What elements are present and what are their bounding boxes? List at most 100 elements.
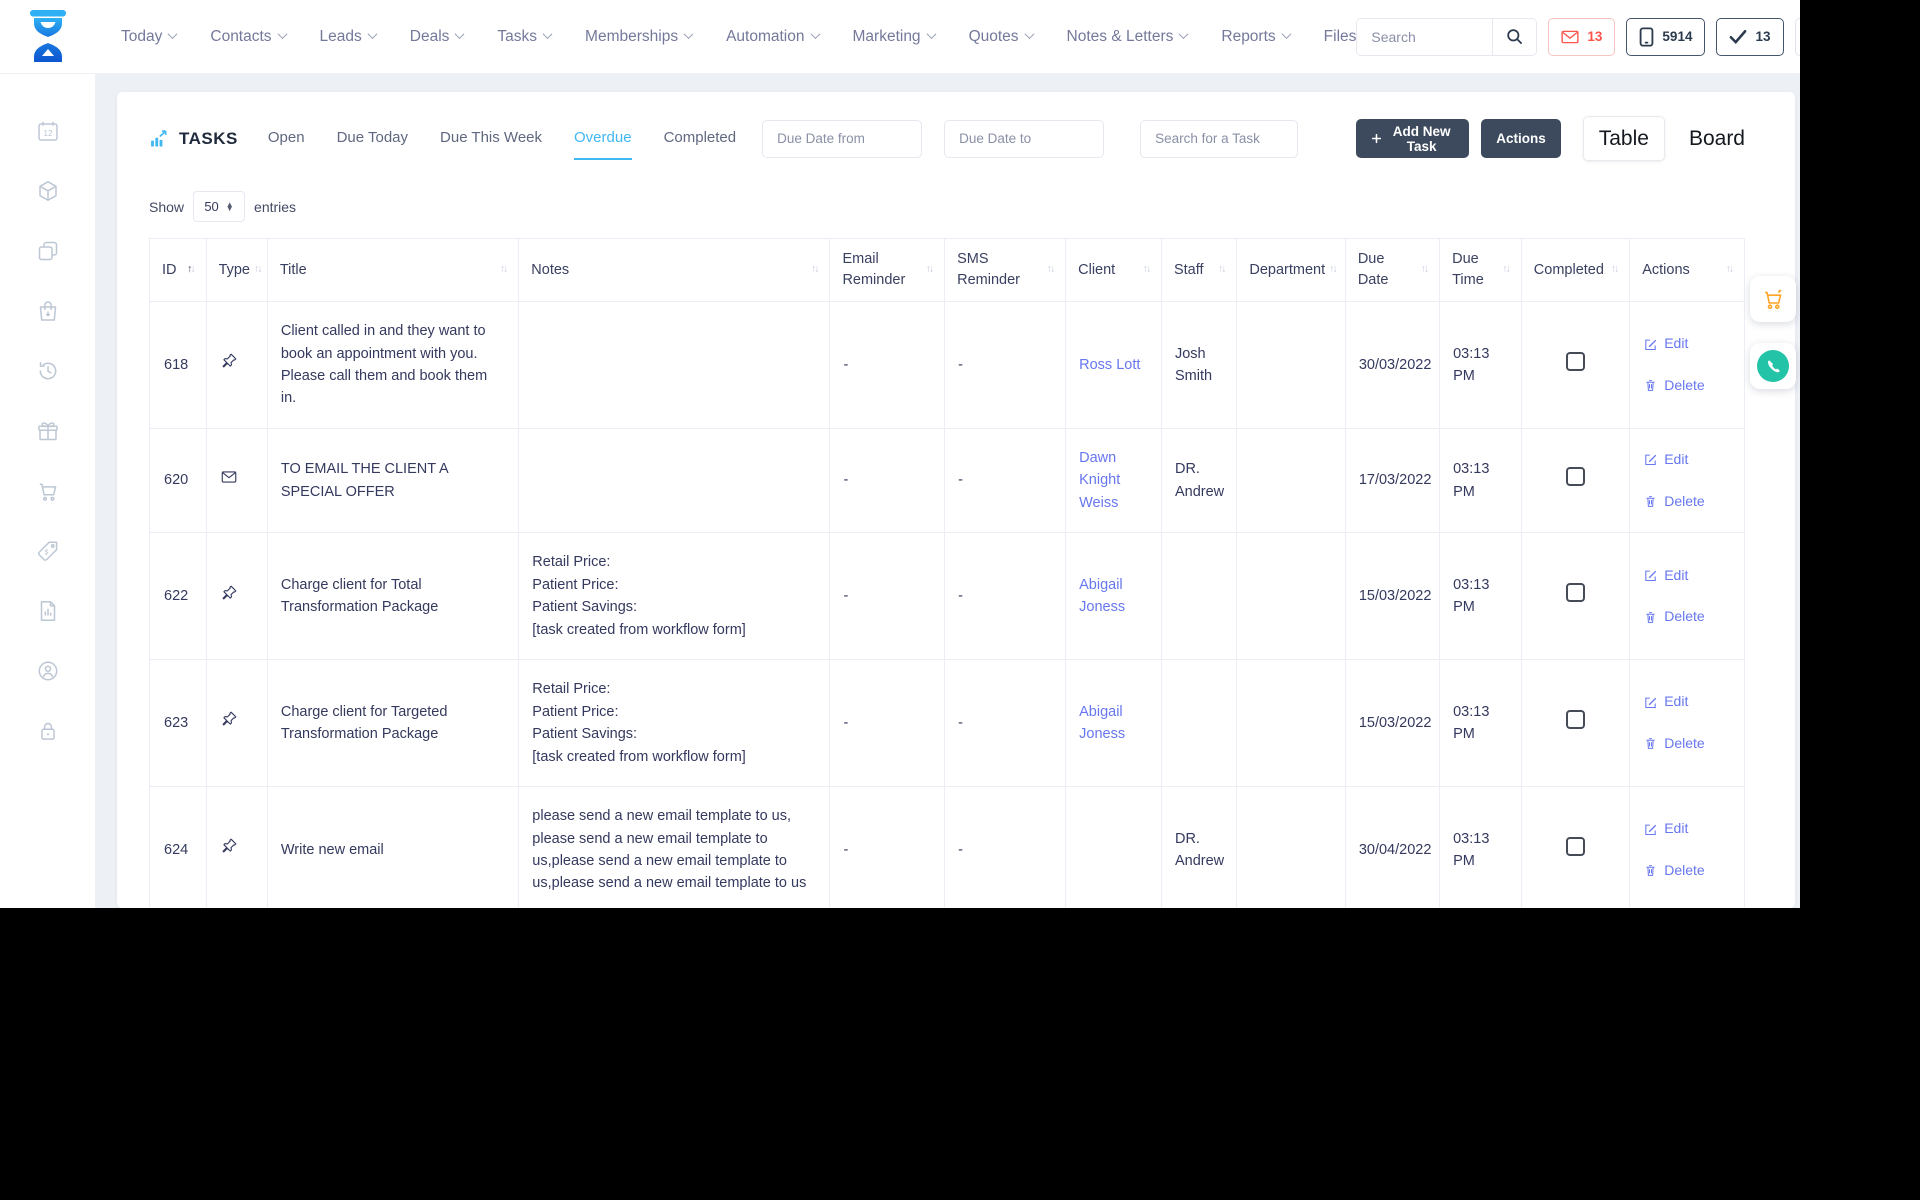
nav-item-files[interactable]: Files xyxy=(1324,28,1357,46)
phone-badge[interactable]: 5914 xyxy=(1626,17,1706,56)
sidebar-item-gift[interactable] xyxy=(35,418,61,444)
sort-arrows-icon: ↑ ↓ xyxy=(1142,263,1151,276)
task-staff xyxy=(1160,659,1238,788)
sort-arrows-icon: ↑ ↓ xyxy=(1610,263,1620,276)
board-view-button[interactable]: Board xyxy=(1689,127,1745,151)
quick-cart-button[interactable] xyxy=(1750,276,1796,322)
due-date-from-input[interactable] xyxy=(762,119,923,158)
note-line: Patient Savings: xyxy=(532,726,638,743)
table-view-button[interactable]: Table xyxy=(1582,116,1665,161)
completed-tasks-badge[interactable]: 13 xyxy=(1716,17,1784,56)
completed-checkbox[interactable] xyxy=(1566,709,1585,729)
quick-call-button[interactable] xyxy=(1750,343,1796,389)
column-header-title[interactable]: Title ↑ ↓ xyxy=(266,237,520,303)
trash-icon xyxy=(1643,863,1658,878)
nav-item-reports[interactable]: Reports xyxy=(1221,28,1292,46)
delete-button[interactable]: Delete xyxy=(1643,491,1731,513)
sidebar-item-package[interactable] xyxy=(35,178,61,204)
delete-button[interactable]: Delete xyxy=(1643,606,1731,628)
delete-button[interactable]: Delete xyxy=(1643,375,1731,397)
sidebar-item-price-tag[interactable]: $ xyxy=(35,538,61,564)
edit-button[interactable]: Edit xyxy=(1643,818,1731,840)
nav-item-notes-letters[interactable]: Notes & Letters xyxy=(1067,28,1189,46)
nav-item-leads[interactable]: Leads xyxy=(319,27,378,46)
trash-icon xyxy=(1643,736,1658,751)
tab-open[interactable]: Open xyxy=(268,129,305,148)
chevron-down-icon xyxy=(367,28,378,39)
app-logo[interactable] xyxy=(0,9,95,65)
client-link[interactable]: Abigail Joness xyxy=(1079,577,1125,615)
sidebar-item-user-circle[interactable] xyxy=(35,658,61,684)
column-header-staff[interactable]: Staff ↑ ↓ xyxy=(1160,237,1238,303)
sidebar-item-lock[interactable] xyxy=(35,718,61,744)
navbar-right: 13 5914 13 xyxy=(1356,17,1800,57)
task-completed xyxy=(1520,427,1631,534)
tab-overdue[interactable]: Overdue xyxy=(574,129,632,160)
edit-button[interactable]: Edit xyxy=(1643,565,1731,587)
top-navbar: Today Contacts Leads Deals Tasks Memberships A… xyxy=(0,0,1800,74)
delete-button[interactable]: Delete xyxy=(1643,860,1731,882)
nav-item-memberships[interactable]: Memberships xyxy=(585,28,694,46)
task-title: Write new email xyxy=(266,786,520,908)
column-header-due-time[interactable]: Due Time ↑ ↓ xyxy=(1439,237,1522,303)
task-search-input[interactable] xyxy=(1140,119,1299,158)
column-header-completed[interactable]: Completed ↑ ↓ xyxy=(1520,237,1631,303)
column-header-notes[interactable]: Notes ↑ ↓ xyxy=(518,237,831,303)
completed-checkbox[interactable] xyxy=(1566,583,1585,603)
search-input[interactable] xyxy=(1357,18,1493,55)
task-due-date: 15/03/2022 xyxy=(1344,659,1441,788)
help-button[interactable]: ? xyxy=(1794,17,1800,56)
sms-reminder: - xyxy=(944,532,1067,661)
nav-item-label: Contacts xyxy=(210,27,272,45)
actions-button[interactable]: Actions xyxy=(1481,119,1561,158)
mail-notifications-badge[interactable]: 13 xyxy=(1548,17,1616,56)
task-due-time: 03:13 PM xyxy=(1439,301,1522,429)
sidebar-item-calendar[interactable]: 12 xyxy=(35,118,61,144)
tasks-toolbar: TASKS Open Due Today Due This Week Overdue C… xyxy=(149,116,1745,161)
nav-item-automation[interactable]: Automation xyxy=(726,28,820,46)
sort-arrows-icon: ↑ ↓ xyxy=(1725,263,1735,276)
edit-button[interactable]: Edit xyxy=(1643,691,1731,713)
column-header-email-reminder[interactable]: Email Reminder ↑ ↓ xyxy=(829,237,946,303)
client-link[interactable]: Ross Lott xyxy=(1079,357,1140,373)
add-new-task-button[interactable]: Add New Task xyxy=(1356,119,1470,158)
column-header-type[interactable]: Type ↑ ↓ xyxy=(205,237,268,303)
delete-button[interactable]: Delete xyxy=(1643,733,1731,755)
tab-completed[interactable]: Completed xyxy=(664,129,737,148)
page-size-select[interactable]: 50 ▲ ▼ xyxy=(193,191,246,222)
sort-arrows-icon: ↑ ↓ xyxy=(1420,263,1430,276)
column-header-id[interactable]: ID ↑ ↓ xyxy=(149,237,207,303)
client-link[interactable]: Abigail Joness xyxy=(1079,704,1125,742)
sidebar-item-report[interactable] xyxy=(35,598,61,624)
due-date-to-input[interactable] xyxy=(944,119,1105,158)
edit-button[interactable]: Edit xyxy=(1643,449,1731,471)
nav-item-today[interactable]: Today xyxy=(121,28,178,46)
nav-item-contacts[interactable]: Contacts xyxy=(210,27,287,46)
screen: Today Contacts Leads Deals Tasks Memberships A… xyxy=(0,0,1920,1200)
nav-item-quotes[interactable]: Quotes xyxy=(969,28,1034,46)
column-header-client[interactable]: Client ↑ ↓ xyxy=(1065,237,1162,303)
column-header-due-date[interactable]: Due Date ↑ ↓ xyxy=(1344,237,1441,303)
column-header-actions[interactable]: Actions ↑ ↓ xyxy=(1629,237,1745,303)
tab-due-this-week[interactable]: Due This Week xyxy=(440,129,542,148)
nav-item-marketing[interactable]: Marketing xyxy=(853,28,937,46)
nav-item-tasks[interactable]: Tasks xyxy=(497,28,553,46)
sort-arrows-icon: ↑ ↓ xyxy=(810,263,820,276)
tab-due-today[interactable]: Due Today xyxy=(337,129,408,148)
nav-item-deals[interactable]: Deals xyxy=(410,28,465,46)
sidebar-item-cart[interactable] xyxy=(35,478,61,504)
nav-item-label: Leads xyxy=(319,27,362,45)
column-header-sms-reminder[interactable]: SMS Reminder ↑ ↓ xyxy=(944,237,1067,303)
search-button[interactable] xyxy=(1492,18,1537,55)
completed-checkbox[interactable] xyxy=(1566,467,1585,487)
sidebar-item-shopping-bag[interactable] xyxy=(35,298,61,324)
sidebar-item-layers[interactable] xyxy=(35,238,61,264)
task-title: Client called in and they want to book a… xyxy=(266,301,520,429)
sms-reminder: - xyxy=(944,301,1067,429)
completed-checkbox[interactable] xyxy=(1566,836,1585,856)
completed-checkbox[interactable] xyxy=(1566,351,1585,371)
column-header-department[interactable]: Department ↑ ↓ xyxy=(1236,237,1346,303)
sidebar-item-history[interactable] xyxy=(35,358,61,384)
client-link[interactable]: Dawn Knight Weiss xyxy=(1079,450,1120,511)
edit-button[interactable]: Edit xyxy=(1643,333,1731,355)
